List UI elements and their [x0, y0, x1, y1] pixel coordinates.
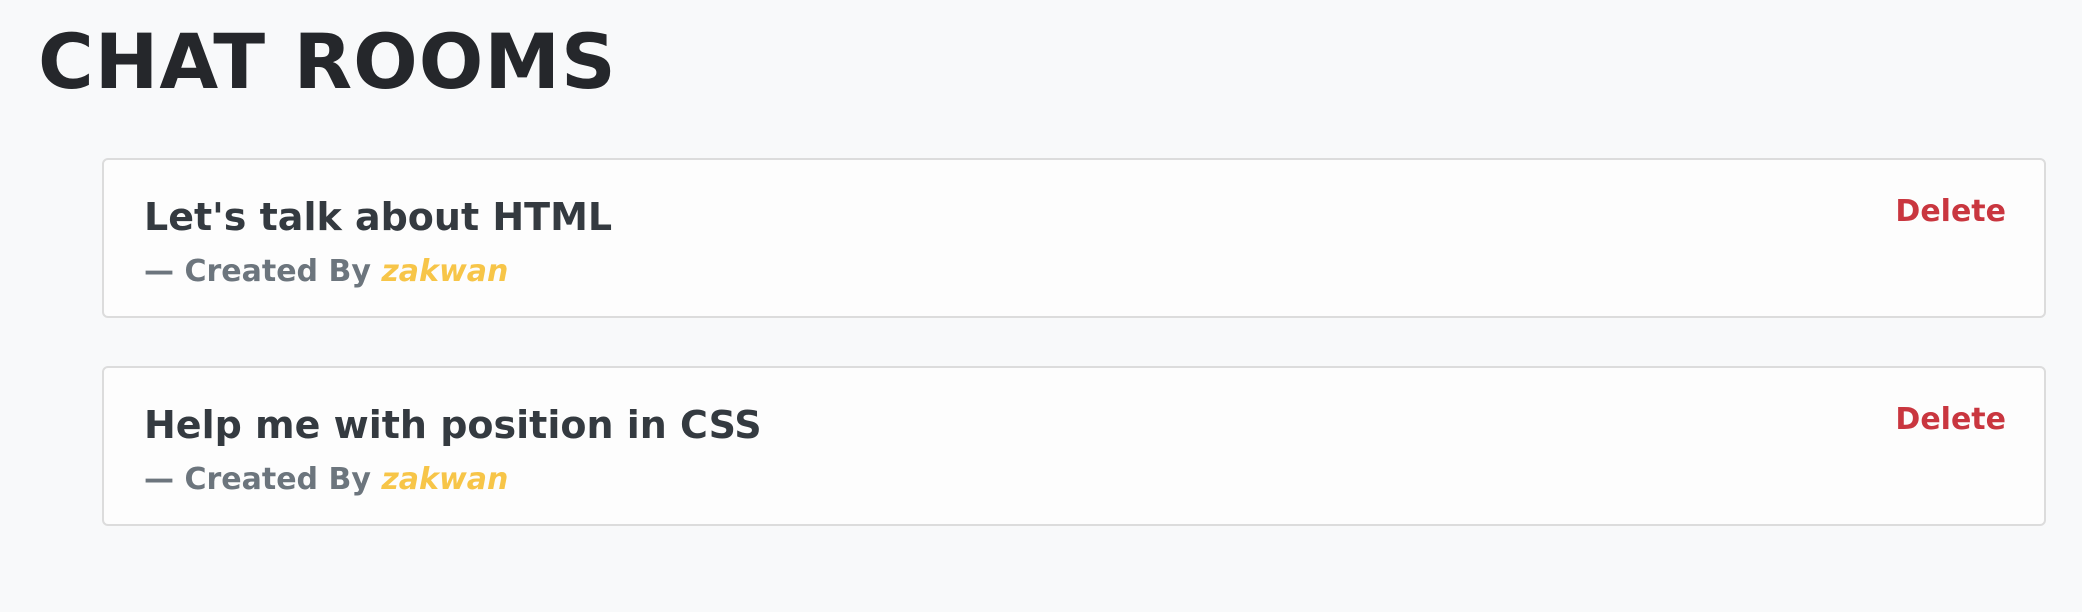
page-title: CHAT ROOMS [38, 17, 617, 106]
room-author: zakwan [381, 462, 509, 497]
room-author: zakwan [381, 254, 509, 289]
created-by-label: — Created By [144, 254, 382, 289]
created-by-label: — Created By [144, 462, 382, 497]
room-created-by: — Created By zakwan [144, 252, 508, 292]
delete-room-button[interactable]: Delete [1895, 400, 2006, 440]
chat-room-card[interactable]: Help me with position in CSS — Created B… [102, 366, 2046, 526]
room-created-by: — Created By zakwan [144, 460, 508, 500]
chat-room-card[interactable]: Let's talk about HTML — Created By zakwa… [102, 158, 2046, 318]
room-name[interactable]: Help me with position in CSS [144, 402, 762, 448]
chat-rooms-list: Let's talk about HTML — Created By zakwa… [102, 158, 2046, 574]
delete-room-button[interactable]: Delete [1895, 192, 2006, 232]
room-name[interactable]: Let's talk about HTML [144, 194, 612, 240]
